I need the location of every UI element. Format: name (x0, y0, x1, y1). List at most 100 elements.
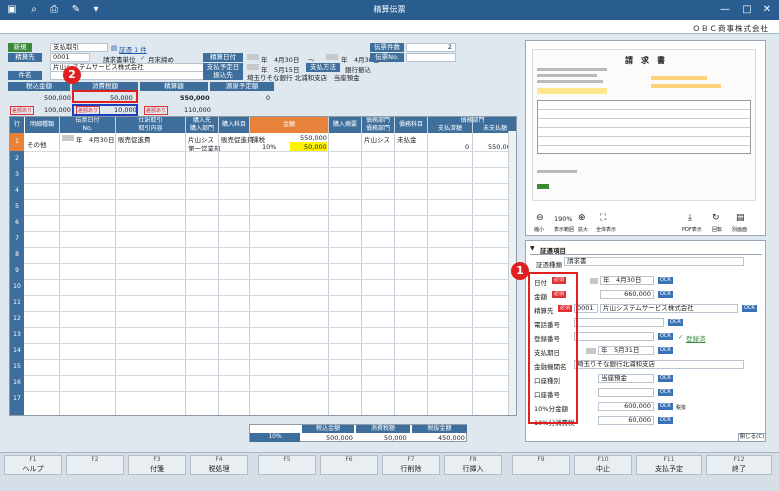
preview-toolbar: ⊖ 縮小 190% 表示範囲 ⊕ 拡大 ⛶ 全体表示 ⤓ PDF表示 ↻ 回転 … (530, 213, 762, 233)
ocr-badge: OCR (658, 389, 673, 396)
proof-due-field[interactable]: 年 5月31日 (598, 346, 654, 355)
totals-h1: 税込金額 (302, 425, 354, 433)
proof-tax10c-field[interactable]: 60,000 (598, 416, 654, 425)
proof-link[interactable]: 証憑 1 件 (119, 44, 147, 54)
f1-button[interactable]: F1 ヘルプ (4, 455, 62, 475)
date-from[interactable]: 年 4月30日 (261, 54, 299, 64)
f2-button[interactable]: F2 (66, 455, 124, 475)
proof-date-field[interactable]: 年 4月30日 (600, 276, 654, 285)
slip-type-select[interactable]: 支払取引 (50, 43, 108, 52)
r1-rate[interactable]: 10% (262, 143, 276, 151)
dest-code-field[interactable]: 0001 (50, 53, 90, 62)
f10-button[interactable]: F10 中止 (574, 455, 632, 475)
r1-kind[interactable]: その他 (27, 139, 47, 149)
btn-fit[interactable]: 表示範囲 (554, 226, 574, 233)
grid-row-line (24, 311, 516, 312)
row-number[interactable]: 17 (10, 391, 24, 415)
proof-tel-field[interactable] (574, 318, 664, 327)
r1-date[interactable]: 年 4月30日 (76, 134, 114, 144)
proof-acct-no-field[interactable] (598, 388, 654, 397)
row-number[interactable]: 4 (10, 183, 24, 199)
grid-h-item: 取引内容 (116, 125, 185, 133)
invoice-table (537, 100, 751, 154)
f3-label: 付箋 (150, 465, 164, 473)
ocr-badge: OCR (742, 305, 757, 312)
f8-label: 行挿入 (462, 465, 484, 473)
row-number[interactable]: 12 (10, 311, 24, 327)
proof-reg-check[interactable]: 登録済 (686, 333, 706, 343)
maximize-icon[interactable]: □ (740, 4, 754, 16)
proof-tax10-field[interactable]: 600,000 (598, 402, 654, 411)
row-number[interactable]: 3 (10, 167, 24, 183)
row-number[interactable]: 2 (10, 151, 24, 167)
ocr-badge: OCR (658, 375, 673, 382)
f5-button[interactable]: F5 (258, 455, 316, 475)
row-number[interactable]: 14 (10, 343, 24, 359)
row-number[interactable]: 6 (10, 215, 24, 231)
proof-amount-field[interactable]: 660,000 (600, 290, 654, 299)
row-number[interactable]: 5 (10, 199, 24, 215)
f7-button[interactable]: F7 行削除 (382, 455, 440, 475)
proof-issuer-name[interactable]: 片山システムサービス株式会社 (600, 304, 738, 313)
proof-bank-field[interactable]: 埼玉りそな銀行北浦和支店 (574, 360, 744, 369)
fit-icon[interactable]: ⛶ (600, 213, 606, 223)
proof-reg-field[interactable] (574, 332, 654, 341)
row-number-1[interactable]: 1 (10, 133, 24, 151)
f3-button[interactable]: F3 付箋 (128, 455, 186, 475)
row-number[interactable]: 15 (10, 359, 24, 375)
grid-h-journal: 仕訳取引 (116, 117, 185, 125)
r1-paid: 0 (465, 143, 470, 151)
f9-key: F9 (537, 456, 545, 463)
r1-rate-amt[interactable]: 50,000 (304, 143, 327, 151)
proof-type-select[interactable]: 請求書 (564, 257, 744, 266)
close-icon[interactable]: ✕ (760, 4, 774, 16)
f11-button[interactable]: F11 支払予定 (636, 455, 702, 475)
f6-button[interactable]: F6 (320, 455, 378, 475)
r1-debtsub[interactable]: 片山シス (364, 134, 390, 144)
window-icon[interactable]: ▤ (736, 213, 745, 223)
close-panel-button[interactable]: 閉じる(C) (738, 433, 766, 442)
row-number[interactable]: 13 (10, 327, 24, 343)
f4-label: 税処理 (208, 465, 230, 473)
redacted-year (62, 135, 74, 141)
f12-button[interactable]: F12 終了 (706, 455, 772, 475)
btn-pdf[interactable]: PDF表示 (682, 226, 702, 233)
zoom-in-icon[interactable]: ⊕ (578, 213, 586, 223)
row-number[interactable]: 7 (10, 231, 24, 247)
proof-acct-type-select[interactable]: 当座預金 (598, 374, 654, 383)
bank-value[interactable]: 埼玉りそな銀行 北浦和支店 当座預金 (247, 72, 360, 82)
btn-register[interactable]: 別画面 (732, 226, 747, 233)
collapse-icon[interactable]: ▼ (530, 245, 535, 252)
company-name: ＯＢＣ商事株式会社 (692, 24, 769, 33)
grid-h-slipno: No. (60, 125, 115, 133)
grid-h-debt2: 債務科目 (395, 117, 427, 133)
rotate-icon[interactable]: ↻ (712, 213, 720, 223)
grid-row-line (24, 215, 516, 216)
pdf-icon[interactable]: ⤓ (688, 213, 692, 223)
f9-button[interactable]: F9 (512, 455, 570, 475)
btn-shrink[interactable]: 縮小 (534, 226, 544, 233)
zoom-out-icon[interactable]: ⊖ (536, 213, 544, 223)
minimize-icon[interactable]: — (718, 4, 732, 16)
row-number[interactable]: 16 (10, 375, 24, 391)
ocr-badge: OCR (658, 347, 673, 354)
summary-v7: 110,000 (184, 106, 211, 114)
btn-full[interactable]: 全体表示 (596, 226, 616, 233)
f4-button[interactable]: F4 税処理 (190, 455, 248, 475)
grid-h-desc: 購入摘要 (329, 117, 361, 133)
row-number[interactable]: 9 (10, 263, 24, 279)
grid-h-amount: 金額 (250, 117, 328, 133)
r1-debtsub2[interactable]: 未払金 (397, 134, 417, 144)
btn-rotate[interactable]: 回転 (712, 226, 722, 233)
proof-link-icon[interactable]: ▤ (111, 44, 117, 52)
r1-item[interactable]: 販売促進費 (118, 134, 151, 144)
r1-tax-amt[interactable]: 550,000 (300, 134, 327, 142)
row-number[interactable]: 8 (10, 247, 24, 263)
slip-no-field[interactable] (406, 53, 456, 62)
f8-button[interactable]: F8 行挿入 (444, 455, 502, 475)
row-number[interactable]: 10 (10, 279, 24, 295)
btn-enlarge[interactable]: 拡大 (578, 226, 588, 233)
f11-label: 支払予定 (655, 465, 683, 473)
row-number[interactable]: 11 (10, 295, 24, 311)
invoice-thumbnail[interactable]: 請 求 書 (532, 49, 756, 201)
